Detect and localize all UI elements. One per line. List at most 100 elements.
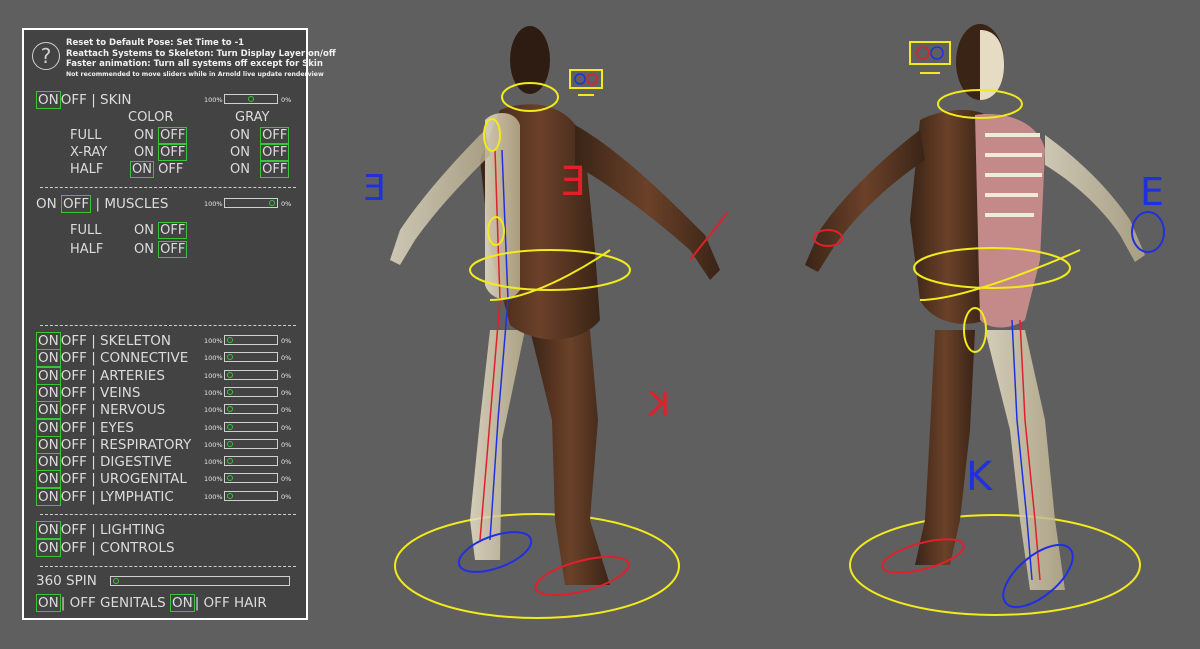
scene-off-button[interactable]: OFF	[61, 522, 87, 538]
system-off-button[interactable]: OFF	[61, 402, 87, 418]
system-slider-track[interactable]	[224, 422, 278, 432]
system-off-button[interactable]: OFF	[61, 368, 87, 384]
system-on-button[interactable]: ON	[36, 436, 61, 454]
scene-on-button[interactable]: ON	[36, 539, 61, 557]
system-slider-track[interactable]	[224, 439, 278, 449]
divider	[40, 187, 296, 188]
genitals-off-button[interactable]: OFF	[70, 595, 96, 611]
system-row: ON OFF | RESPIRATORY	[36, 436, 191, 454]
system-slider-knob[interactable]	[227, 354, 233, 360]
skin-xray-gray-toggle[interactable]: ON OFF	[230, 144, 290, 161]
left-shoulder-control[interactable]: E	[363, 168, 386, 209]
skin-slider-knob[interactable]	[248, 96, 254, 102]
left-shoulder-control[interactable]: E	[1140, 170, 1164, 214]
knee-control[interactable]: K	[966, 454, 994, 500]
system-slider-knob[interactable]	[227, 337, 233, 343]
system-row: ON OFF | ARTERIES	[36, 367, 165, 385]
system-slider-track[interactable]	[224, 370, 278, 380]
system-off-button[interactable]: OFF	[61, 385, 87, 401]
spin-slider-knob[interactable]	[113, 578, 119, 584]
muscles-full-label: FULL	[70, 223, 102, 238]
system-on-button[interactable]: ON	[36, 332, 61, 350]
right-arm	[575, 125, 720, 280]
system-on-button[interactable]: ON	[36, 453, 61, 471]
genitals-hair-row: ON | OFF GENITALS ON | OFF HAIR	[36, 594, 267, 612]
muscles-half-toggle[interactable]: ON OFF	[134, 241, 188, 258]
system-slider-track[interactable]	[224, 387, 278, 397]
system-slider-knob[interactable]	[227, 493, 233, 499]
figure-front-view[interactable]: E K	[805, 24, 1165, 618]
system-on-button[interactable]: ON	[36, 470, 61, 488]
system-off-button[interactable]: OFF	[61, 420, 87, 436]
genitals-label: GENITALS	[100, 595, 166, 611]
system-slider-knob[interactable]	[227, 441, 233, 447]
muscles-row: ON OFF | MUSCLES	[36, 195, 168, 213]
skin-off-button[interactable]: OFF	[61, 92, 87, 108]
divider	[40, 325, 296, 326]
skin-label: | SKIN	[91, 92, 132, 108]
system-slider-knob[interactable]	[227, 458, 233, 464]
system-on-button[interactable]: ON	[36, 401, 61, 419]
muscles-off-button[interactable]: OFF	[61, 195, 92, 213]
muscles-on-button[interactable]: ON	[36, 196, 57, 212]
system-slider-track[interactable]	[224, 335, 278, 345]
knee-control[interactable]: K	[646, 385, 670, 425]
system-off-button[interactable]: OFF	[61, 437, 87, 453]
system-on-button[interactable]: ON	[36, 384, 61, 402]
system-slider-knob[interactable]	[227, 406, 233, 412]
muscles-slider-track[interactable]	[224, 198, 278, 208]
skin-half-gray-toggle[interactable]: ON OFF	[230, 161, 290, 178]
eye-control[interactable]	[909, 41, 951, 65]
muscles-slider-knob[interactable]	[269, 200, 275, 206]
gray-header: GRAY	[235, 110, 270, 125]
system-slider-knob[interactable]	[227, 372, 233, 378]
skin-on-button[interactable]: ON	[36, 91, 61, 109]
system-label: | DIGESTIVE	[91, 454, 172, 470]
system-row: ON OFF | LYMPHATIC	[36, 488, 174, 506]
system-off-button[interactable]: OFF	[61, 471, 87, 487]
genitals-on-button[interactable]: ON	[36, 594, 61, 612]
skin-half-color-toggle[interactable]: ON OFF	[130, 161, 183, 178]
root-control-ring[interactable]	[849, 514, 1141, 616]
system-slider-track[interactable]	[224, 473, 278, 483]
skin-full-gray-toggle[interactable]: ON OFF	[230, 127, 290, 144]
system-off-button[interactable]: OFF	[61, 333, 87, 349]
system-on-button[interactable]: ON	[36, 349, 61, 367]
system-slider-track[interactable]	[224, 456, 278, 466]
system-on-button[interactable]: ON	[36, 367, 61, 385]
system-row: ON OFF | VEINS	[36, 384, 140, 402]
system-slider-track[interactable]	[224, 352, 278, 362]
scene-on-button[interactable]: ON	[36, 521, 61, 539]
system-label: | CONNECTIVE	[91, 350, 189, 366]
skin-xray-color-toggle[interactable]: ON OFF	[134, 144, 188, 161]
muscles-half-label: HALF	[70, 242, 104, 257]
skin-full-color-toggle[interactable]: ON OFF	[134, 127, 188, 144]
system-on-button[interactable]: ON	[36, 419, 61, 437]
divider	[40, 514, 296, 515]
hair-off-button[interactable]: OFF	[204, 595, 230, 611]
right-shoulder-control[interactable]: E	[561, 159, 586, 205]
system-slider-knob[interactable]	[227, 389, 233, 395]
system-off-button[interactable]: OFF	[61, 350, 87, 366]
system-label: | UROGENITAL	[91, 471, 187, 487]
system-slider-knob[interactable]	[227, 475, 233, 481]
help-icon[interactable]: ?	[32, 42, 60, 70]
3d-viewport[interactable]: E E K E K	[320, 0, 1200, 649]
system-slider-track[interactable]	[224, 491, 278, 501]
figure-back-view[interactable]: E E K	[363, 26, 729, 619]
scene-off-button[interactable]: OFF	[61, 540, 87, 556]
system-slider-track[interactable]	[224, 404, 278, 414]
hand-control[interactable]	[1131, 211, 1165, 253]
system-label: | SKELETON	[91, 333, 172, 349]
system-slider-knob[interactable]	[227, 424, 233, 430]
skeleton-leg	[985, 330, 1065, 590]
system-off-button[interactable]: OFF	[61, 489, 87, 505]
skin-slider-track[interactable]	[224, 94, 278, 104]
spin-slider-track[interactable]	[110, 576, 290, 586]
note-reset: Reset to Default Pose: Set Time to -1	[66, 38, 245, 48]
hair-on-button[interactable]: ON	[169, 594, 195, 612]
root-control-ring[interactable]	[394, 513, 680, 619]
system-on-button[interactable]: ON	[36, 488, 61, 506]
muscles-full-toggle[interactable]: ON OFF	[134, 222, 188, 239]
system-off-button[interactable]: OFF	[61, 454, 87, 470]
